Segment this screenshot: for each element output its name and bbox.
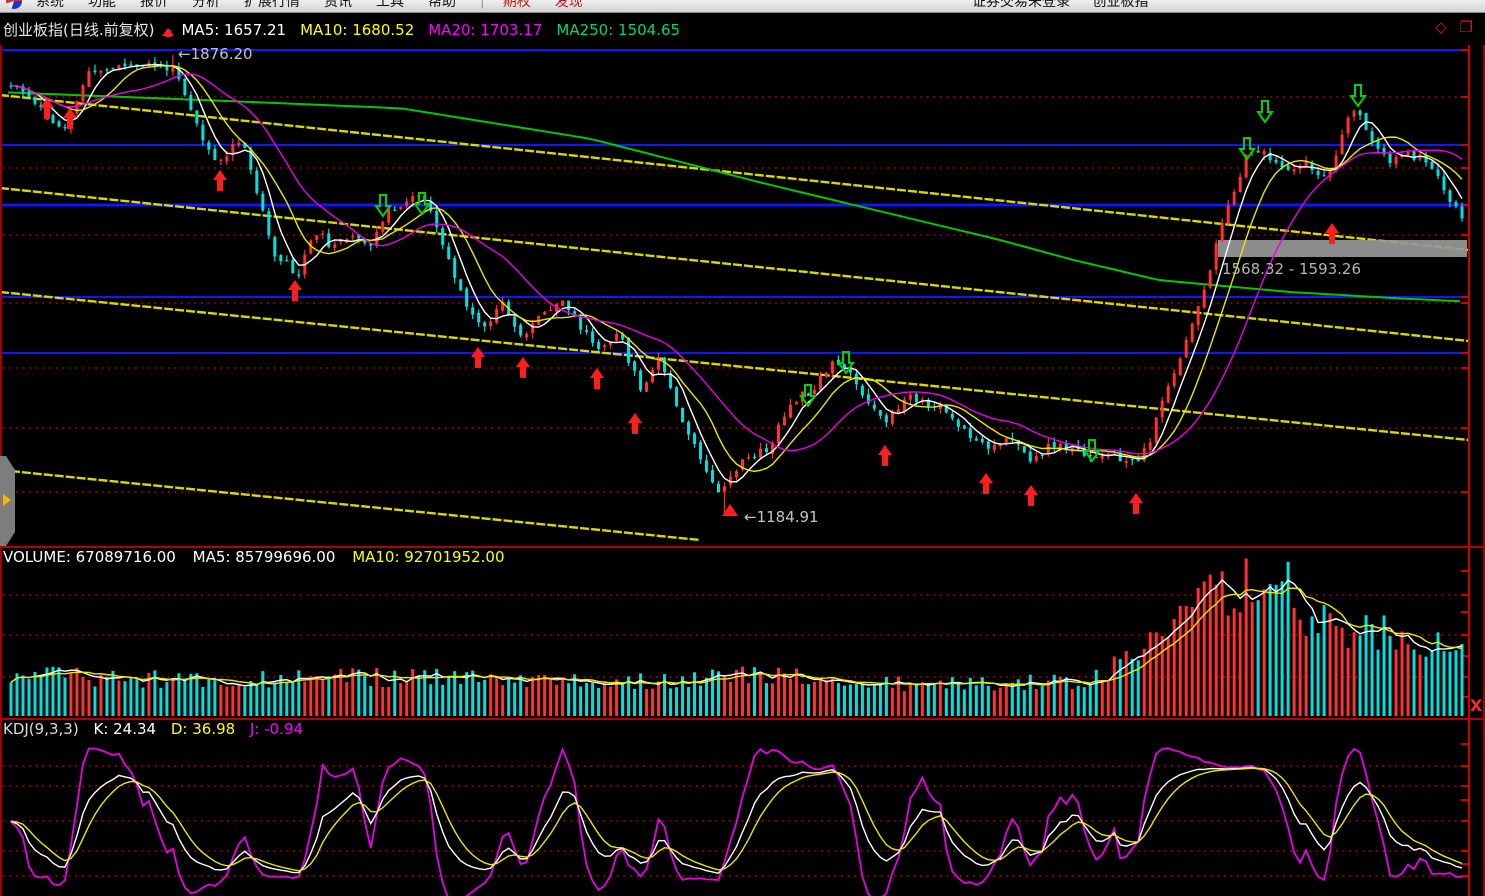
trading-app-window: 系统 功能 报价 分析 扩展行情 资讯 工具 帮助 | 期权 发现 证券交易未登… — [0, 0, 1485, 896]
gap-range-label: 1568.32 - 1593.26 — [1222, 260, 1361, 278]
volume-ma5: MA5: 85799696.00 — [193, 548, 336, 566]
chart-canvas[interactable] — [0, 0, 1485, 896]
expand-arrow-icon — [3, 494, 11, 506]
kdj-k-value: K: 24.34 — [93, 720, 156, 738]
kdj-name: KDJ(9,3,3) — [3, 720, 79, 738]
kdj-j-value: J: -0.94 — [250, 720, 303, 738]
kdj-header: KDJ(9,3,3) K: 24.34 D: 36.98 J: -0.94 — [3, 720, 303, 738]
pane-close-button[interactable]: X — [1470, 696, 1482, 715]
sidebar-expand-handle[interactable] — [0, 456, 15, 546]
volume-value: VOLUME: 67089716.00 — [3, 548, 176, 566]
kdj-d-value: D: 36.98 — [171, 720, 235, 738]
volume-header: VOLUME: 67089716.00 MA5: 85799696.00 MA1… — [3, 548, 505, 566]
low-price-label: ←1184.91 — [744, 508, 819, 526]
volume-ma10: MA10: 92701952.00 — [352, 548, 504, 566]
high-price-label: ←1876.20 — [178, 45, 253, 63]
